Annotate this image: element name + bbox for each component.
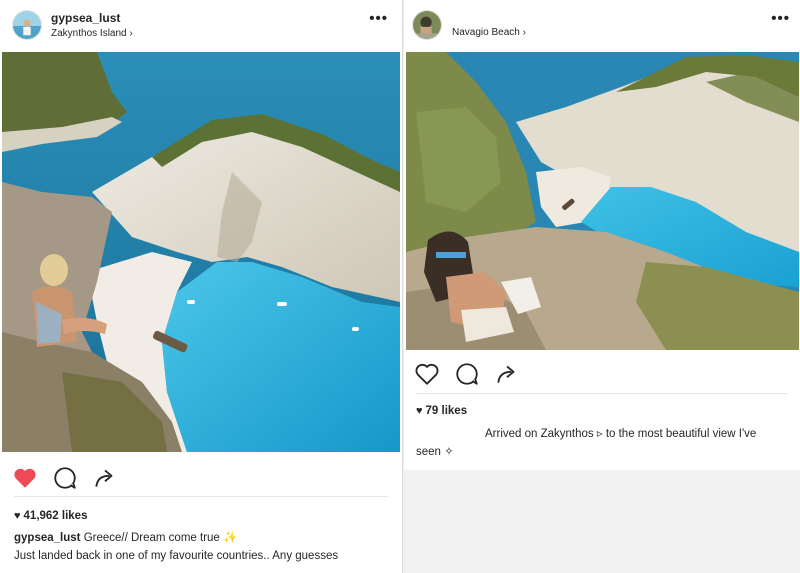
likes-count[interactable]: ♥ 79 likes: [416, 405, 467, 417]
share-icon[interactable]: [494, 361, 520, 387]
comment-icon[interactable]: [52, 465, 78, 491]
location-link[interactable]: Zakynthos Island ›: [51, 28, 133, 39]
username[interactable]: gypsea_lust: [51, 11, 120, 25]
post-left: gypsea_lust Zakynthos Island › ••• ♥ 41,…: [0, 0, 403, 573]
heart-small-icon: ♥: [14, 510, 21, 522]
avatar[interactable]: [412, 10, 442, 40]
location-label: Navagio Beach: [452, 27, 520, 38]
likes-label: 41,962 likes: [23, 510, 88, 522]
post-photo[interactable]: [2, 52, 400, 452]
share-icon[interactable]: [92, 465, 118, 491]
caption: gypsea_lust Greece// Dream come true ✨ J…: [14, 529, 394, 565]
chevron-right-icon: ›: [129, 28, 133, 39]
chevron-right-icon: ›: [522, 27, 526, 38]
action-bar: [414, 361, 794, 389]
caption-text-line2: seen ✧: [416, 446, 454, 458]
post-header: gypsea_lust Zakynthos Island › •••: [0, 0, 402, 50]
caption-username[interactable]: gypsea_lust: [14, 532, 80, 544]
likes-count[interactable]: ♥ 41,962 likes: [14, 510, 87, 522]
post-photo[interactable]: [406, 52, 799, 350]
caption-text-line2: Just landed back in one of my favourite …: [14, 550, 339, 562]
heart-icon[interactable]: [414, 361, 440, 387]
more-options-icon[interactable]: •••: [369, 10, 388, 27]
more-options-icon[interactable]: •••: [771, 10, 790, 27]
heart-icon[interactable]: [12, 465, 38, 491]
avatar[interactable]: [12, 10, 42, 40]
comment-icon[interactable]: [454, 361, 480, 387]
action-bar: [12, 465, 392, 493]
sparkles-icon: ✨: [223, 532, 238, 544]
post-right: Navagio Beach › ••• ♥ 79 likes Arrived o…: [404, 0, 800, 470]
divider: [416, 393, 788, 394]
caption-text: Greece// Dream come true: [83, 532, 220, 544]
likes-label: 79 likes: [425, 405, 468, 417]
location-label: Zakynthos Island: [51, 28, 127, 39]
caption-text: Arrived on Zakynthos ▹ to the most beaut…: [485, 428, 757, 440]
post-header: Navagio Beach › •••: [404, 0, 800, 50]
location-link[interactable]: Navagio Beach ›: [452, 27, 526, 38]
divider: [14, 496, 388, 497]
caption: Arrived on Zakynthos ▹ to the most beaut…: [416, 425, 796, 461]
heart-small-icon: ♥: [416, 405, 423, 417]
